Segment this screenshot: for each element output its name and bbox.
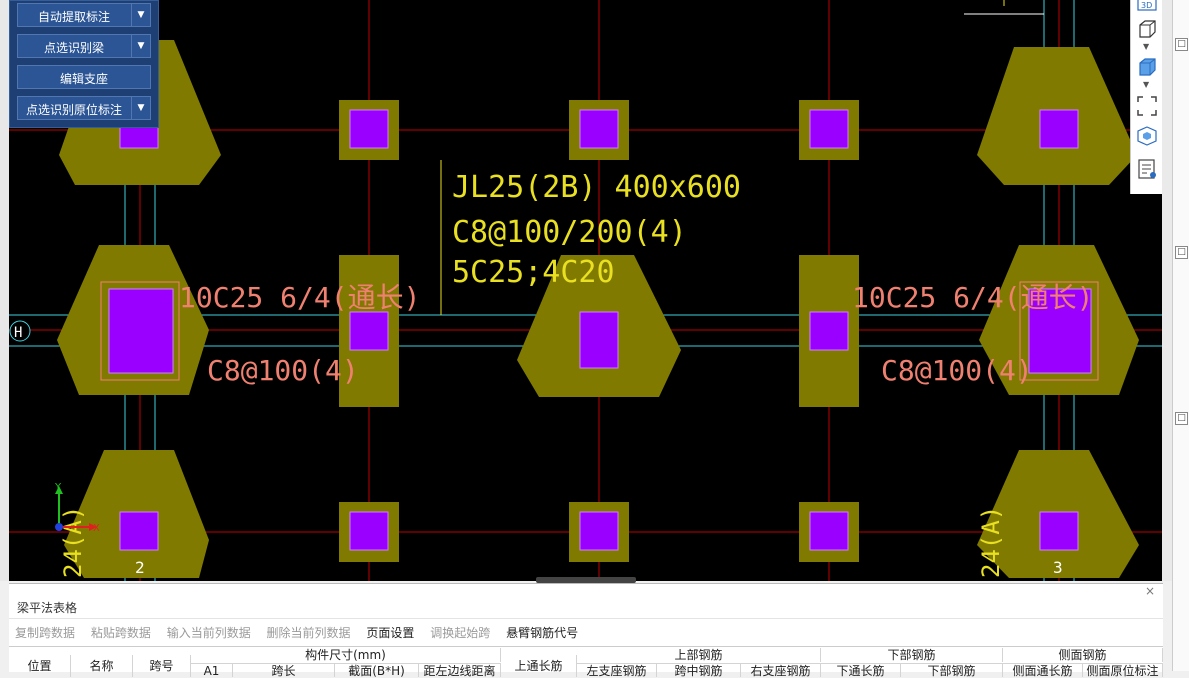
header-dist-left-edge[interactable]: 距左边线距离	[419, 663, 501, 678]
table-toolbar: 复制跨数据 粘贴跨数据 输入当前列数据 删除当前列数据 页面设置 调换起始跨 悬…	[15, 624, 590, 641]
header-a1[interactable]: A1	[191, 663, 233, 678]
header-right-support[interactable]: 右支座钢筋	[741, 663, 821, 678]
header-side-through[interactable]: 侧面通长筋	[1003, 663, 1083, 678]
page-setup-button[interactable]: 页面设置	[366, 624, 414, 641]
pick-recognize-beam-label: 点选识别梁	[43, 41, 104, 55]
3d-icon-text: 3D	[1141, 1, 1152, 10]
cube-filled-icon[interactable]	[1136, 56, 1158, 78]
pick-recognize-in-situ-annotation-button[interactable]: 点选识别原位标注 ▼	[17, 96, 151, 120]
divider	[9, 618, 1163, 619]
column[interactable]	[579, 311, 619, 369]
collapse-icon[interactable]: □	[1175, 412, 1188, 425]
auto-extract-annotation-button[interactable]: 自动提取标注 ▼	[17, 3, 151, 27]
column[interactable]	[349, 511, 389, 551]
column[interactable]	[1039, 511, 1079, 551]
box-view-icon[interactable]	[1136, 125, 1158, 147]
column[interactable]	[119, 511, 159, 551]
ucs-y-label: Y	[54, 482, 62, 493]
delete-column-data-button[interactable]: 删除当前列数据	[267, 624, 351, 641]
header-side-rebar[interactable]: 侧面钢筋	[1003, 648, 1163, 662]
panel-title: 梁平法表格	[17, 601, 78, 615]
header-span-no[interactable]: 跨号	[133, 655, 191, 677]
column[interactable]	[579, 109, 619, 149]
ucs-x-label: X	[93, 523, 100, 534]
beam-label-line-1: JL25(2B) 400x600	[452, 170, 741, 205]
beam-table-header: 位置 名称 跨号 构件尺寸(mm) 上通长筋 上部钢筋 下部钢筋 侧面钢筋 A1…	[9, 646, 1163, 678]
header-mid-span[interactable]: 跨中钢筋	[657, 663, 741, 678]
edit-support-button[interactable]: 编辑支座	[17, 65, 151, 89]
header-section[interactable]: 截面(B*H)	[335, 663, 419, 678]
column[interactable]	[809, 109, 849, 149]
chevron-down-icon[interactable]: ▼	[1143, 80, 1149, 89]
column[interactable]	[809, 311, 849, 351]
collapse-icon[interactable]: □	[1175, 38, 1188, 51]
view-toolbar: 3D ▼ ▼	[1130, 0, 1163, 194]
dim-label-right: 24(A)	[977, 506, 1005, 578]
chevron-down-icon[interactable]: ▼	[1143, 42, 1149, 51]
right-side-panel: □ □ □	[1172, 0, 1189, 671]
header-side-in-situ[interactable]: 侧面原位标注	[1083, 663, 1163, 678]
properties-icon[interactable]	[1136, 158, 1158, 180]
crop-frame-icon[interactable]	[1136, 95, 1158, 117]
left-rebar-label: 10C25 6/4(通长)	[179, 281, 420, 314]
chevron-down-icon[interactable]: ▼	[131, 35, 150, 57]
column[interactable]	[1039, 109, 1079, 149]
axis-label-3: 3	[1053, 558, 1063, 577]
header-top-rebar[interactable]: 上部钢筋	[577, 648, 821, 662]
vertical-scrollbar[interactable]	[1162, 0, 1172, 581]
header-left-support[interactable]: 左支座钢筋	[577, 663, 657, 678]
beam-table-panel: 梁平法表格 × 复制跨数据 粘贴跨数据 输入当前列数据 删除当前列数据 页面设置…	[9, 583, 1163, 678]
cad-drawing[interactable]: JL25(2B) 400x600 C8@100/200(4) 5C25;4C20…	[9, 0, 1164, 581]
3d-icon[interactable]: 3D	[1136, 0, 1158, 16]
recognition-command-panel: 自动提取标注 ▼ 点选识别梁 ▼ 编辑支座 点选识别原位标注 ▼	[9, 0, 159, 128]
column[interactable]	[349, 311, 389, 351]
input-column-data-button[interactable]: 输入当前列数据	[167, 624, 251, 641]
close-icon[interactable]: ×	[1145, 584, 1155, 598]
header-member-size[interactable]: 构件尺寸(mm)	[191, 648, 501, 662]
header-span-length[interactable]: 跨长	[233, 663, 335, 678]
dim-label-left: 24(A)	[59, 506, 87, 578]
cad-drawing-canvas[interactable]: JL25(2B) 400x600 C8@100/200(4) 5C25;4C20…	[9, 0, 1164, 581]
beam-label-line-2: C8@100/200(4)	[452, 215, 687, 250]
header-name[interactable]: 名称	[71, 655, 133, 677]
axis-label-2: 2	[135, 558, 145, 577]
collapse-icon[interactable]: □	[1175, 246, 1188, 259]
header-bottom-bar[interactable]: 下部钢筋	[901, 663, 1003, 678]
column[interactable]	[809, 511, 849, 551]
column[interactable]	[108, 288, 174, 374]
chevron-down-icon[interactable]: ▼	[131, 4, 150, 26]
right-stirrup-label: C8@100(4)	[881, 354, 1033, 387]
edit-support-label: 编辑支座	[59, 72, 108, 86]
header-bottom-through[interactable]: 下通长筋	[821, 663, 901, 678]
swap-start-span-button[interactable]: 调换起始跨	[430, 624, 490, 641]
copy-span-data-button[interactable]: 复制跨数据	[15, 624, 75, 641]
right-rebar-label: 10C25 6/4(通长)	[852, 281, 1093, 314]
cantilever-rebar-code-button[interactable]: 悬臂钢筋代号	[506, 624, 578, 641]
chevron-down-icon[interactable]: ▼	[131, 97, 150, 119]
column[interactable]	[349, 109, 389, 149]
axis-label-h: H	[14, 325, 22, 341]
header-bottom-rebar[interactable]: 下部钢筋	[821, 648, 1003, 662]
beam-label-line-3: 5C25;4C20	[452, 255, 615, 290]
header-top-through[interactable]: 上通长筋	[501, 655, 577, 677]
column[interactable]	[579, 511, 619, 551]
header-position[interactable]: 位置	[9, 655, 71, 677]
cube-outline-icon[interactable]	[1136, 18, 1158, 40]
pick-recognize-beam-button[interactable]: 点选识别梁 ▼	[17, 34, 151, 58]
pick-recognize-in-situ-label: 点选识别原位标注	[25, 103, 122, 117]
paste-span-data-button[interactable]: 粘贴跨数据	[91, 624, 151, 641]
left-stirrup-label: C8@100(4)	[207, 354, 359, 387]
auto-extract-annotation-label: 自动提取标注	[37, 10, 110, 24]
